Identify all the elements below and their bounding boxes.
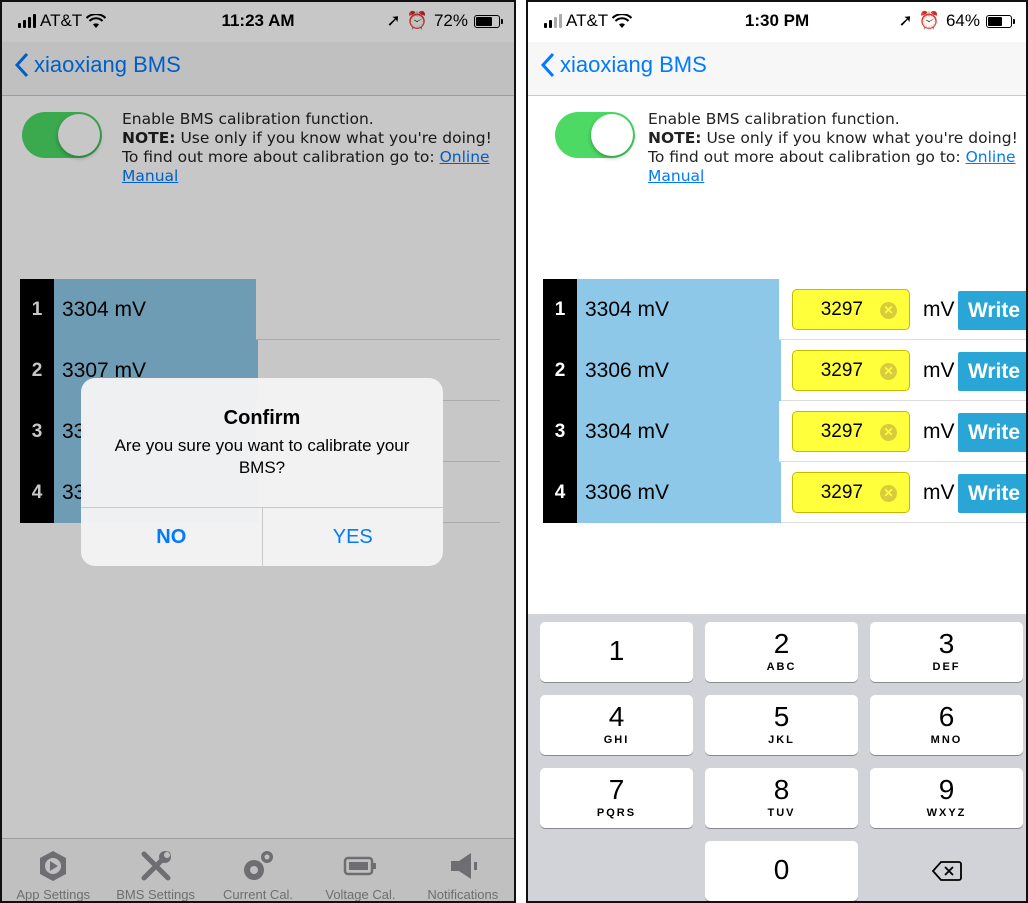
cell-row: 2 3306 mV 3297 ✕ mV Write — [543, 340, 1026, 401]
note-label: NOTE: — [648, 129, 702, 147]
calibration-input[interactable]: 3297 ✕ — [792, 350, 910, 391]
key-digit: 7 — [608, 774, 625, 805]
calibration-note: Enable BMS calibration function. NOTE: U… — [648, 110, 1018, 186]
battery-fill — [988, 16, 1003, 26]
note-text: Use only if you know what you're doing! … — [648, 129, 1018, 166]
cell-row: 3 3304 mV 3297 ✕ mV Write — [543, 401, 1026, 462]
key-digit: 6 — [938, 701, 955, 732]
switch-knob — [591, 114, 633, 156]
calibration-input[interactable]: 3297 ✕ — [792, 411, 910, 452]
no-button[interactable]: NO — [81, 508, 263, 566]
cell-number: 1 — [543, 279, 577, 340]
cell-number: 3 — [543, 401, 577, 462]
write-button[interactable]: Write — [958, 413, 1026, 452]
cell-row: 4 3306 mV 3297 ✕ mV Write — [543, 462, 1026, 523]
numeric-keypad: 1 2 ABC 3 DEF 4 GHI 5 JKL 6 MNO 7 PQRS 8 TUV 9 W… — [528, 614, 1026, 901]
key-0[interactable]: 0 — [705, 841, 858, 901]
calibration-input[interactable]: 3297 ✕ — [792, 472, 910, 513]
right-phone-screen: AT&T 1:30 PM ➚ ⏰ 64% xiaoxiang BMS Enabl… — [526, 0, 1028, 903]
left-phone-screen: AT&T 11:23 AM ➚ ⏰ 72% xiaoxiang BMS Enab… — [0, 0, 516, 903]
status-bar: AT&T 1:30 PM ➚ ⏰ 64% — [528, 2, 1026, 42]
cell-list: 1 3304 mV 3297 ✕ mV Write 2 3306 mV 3297… — [543, 279, 1026, 523]
cell-voltage: 3306 mV — [585, 481, 670, 504]
key-digit: 0 — [773, 854, 790, 885]
clear-icon[interactable]: ✕ — [880, 485, 897, 502]
dialog-message: Are you sure you want to calibrate your … — [114, 436, 410, 477]
confirm-dialog: Confirm Are you sure you want to calibra… — [81, 378, 443, 566]
input-value: 3297 — [820, 299, 863, 320]
key-digit: 5 — [773, 701, 790, 732]
cell-voltage: 3306 mV — [585, 359, 670, 382]
key-letters: WXYZ — [926, 807, 967, 819]
dialog-title: Confirm — [223, 407, 301, 429]
key-letters: MNO — [930, 734, 963, 746]
cell-number: 2 — [543, 340, 577, 401]
location-icon: ➚ — [898, 11, 913, 30]
cell-number: 4 — [543, 462, 577, 523]
divider — [516, 0, 526, 903]
key-1[interactable]: 1 — [540, 622, 693, 682]
unit-label: mV — [923, 298, 955, 321]
key-3[interactable]: 3 DEF — [870, 622, 1023, 682]
dialog-buttons: NO YES — [81, 507, 443, 566]
cell-row: 1 3304 mV 3297 ✕ mV Write — [543, 279, 1026, 340]
key-2[interactable]: 2 ABC — [705, 622, 858, 682]
key-8[interactable]: 8 TUV — [705, 768, 858, 828]
status-right: ➚ ⏰ 64% — [898, 11, 1015, 31]
input-value: 3297 — [820, 421, 863, 442]
key-9[interactable]: 9 WXYZ — [870, 768, 1023, 828]
calibration-switch[interactable] — [555, 112, 635, 158]
unit-label: mV — [923, 420, 955, 443]
yes-button[interactable]: YES — [263, 508, 444, 566]
clear-icon[interactable]: ✕ — [880, 363, 897, 380]
input-value: 3297 — [820, 482, 863, 503]
delete-key[interactable] — [870, 841, 1023, 901]
key-digit: 2 — [773, 628, 790, 659]
key-digit: 4 — [608, 701, 625, 732]
write-button[interactable]: Write — [958, 352, 1026, 391]
write-button[interactable]: Write — [958, 474, 1026, 513]
key-6[interactable]: 6 MNO — [870, 695, 1023, 755]
delete-icon — [931, 861, 962, 881]
unit-label: mV — [923, 359, 955, 382]
key-digit: 1 — [608, 635, 625, 666]
key-letters: DEF — [932, 661, 961, 673]
key-letters: ABC — [766, 661, 797, 673]
battery-icon — [986, 14, 1015, 28]
calibration-input[interactable]: 3297 ✕ — [792, 289, 910, 330]
key-digit: 8 — [773, 774, 790, 805]
key-4[interactable]: 4 GHI — [540, 695, 693, 755]
key-letters: PQRS — [596, 807, 637, 819]
key-letters: TUV — [767, 807, 796, 819]
back-label: xiaoxiang BMS — [560, 52, 707, 77]
write-button[interactable]: Write — [958, 291, 1026, 330]
back-button[interactable]: xiaoxiang BMS — [540, 52, 707, 78]
alarm-icon: ⏰ — [918, 11, 940, 30]
unit-label: mV — [923, 481, 955, 504]
cell-voltage: 3304 mV — [585, 298, 670, 321]
key-7[interactable]: 7 PQRS — [540, 768, 693, 828]
battery-percent: 64% — [945, 11, 980, 30]
enable-text: Enable BMS calibration function. — [648, 110, 900, 128]
clear-icon[interactable]: ✕ — [880, 424, 897, 441]
clear-icon[interactable]: ✕ — [880, 302, 897, 319]
key-digit: 9 — [938, 774, 955, 805]
input-value: 3297 — [820, 360, 863, 381]
key-letters: JKL — [768, 734, 795, 746]
cell-voltage: 3304 mV — [585, 420, 670, 443]
key-letters: GHI — [603, 734, 630, 746]
key-digit: 3 — [938, 628, 955, 659]
navigation-bar: xiaoxiang BMS — [528, 42, 1026, 96]
chevron-left-icon — [540, 52, 555, 78]
key-5[interactable]: 5 JKL — [705, 695, 858, 755]
